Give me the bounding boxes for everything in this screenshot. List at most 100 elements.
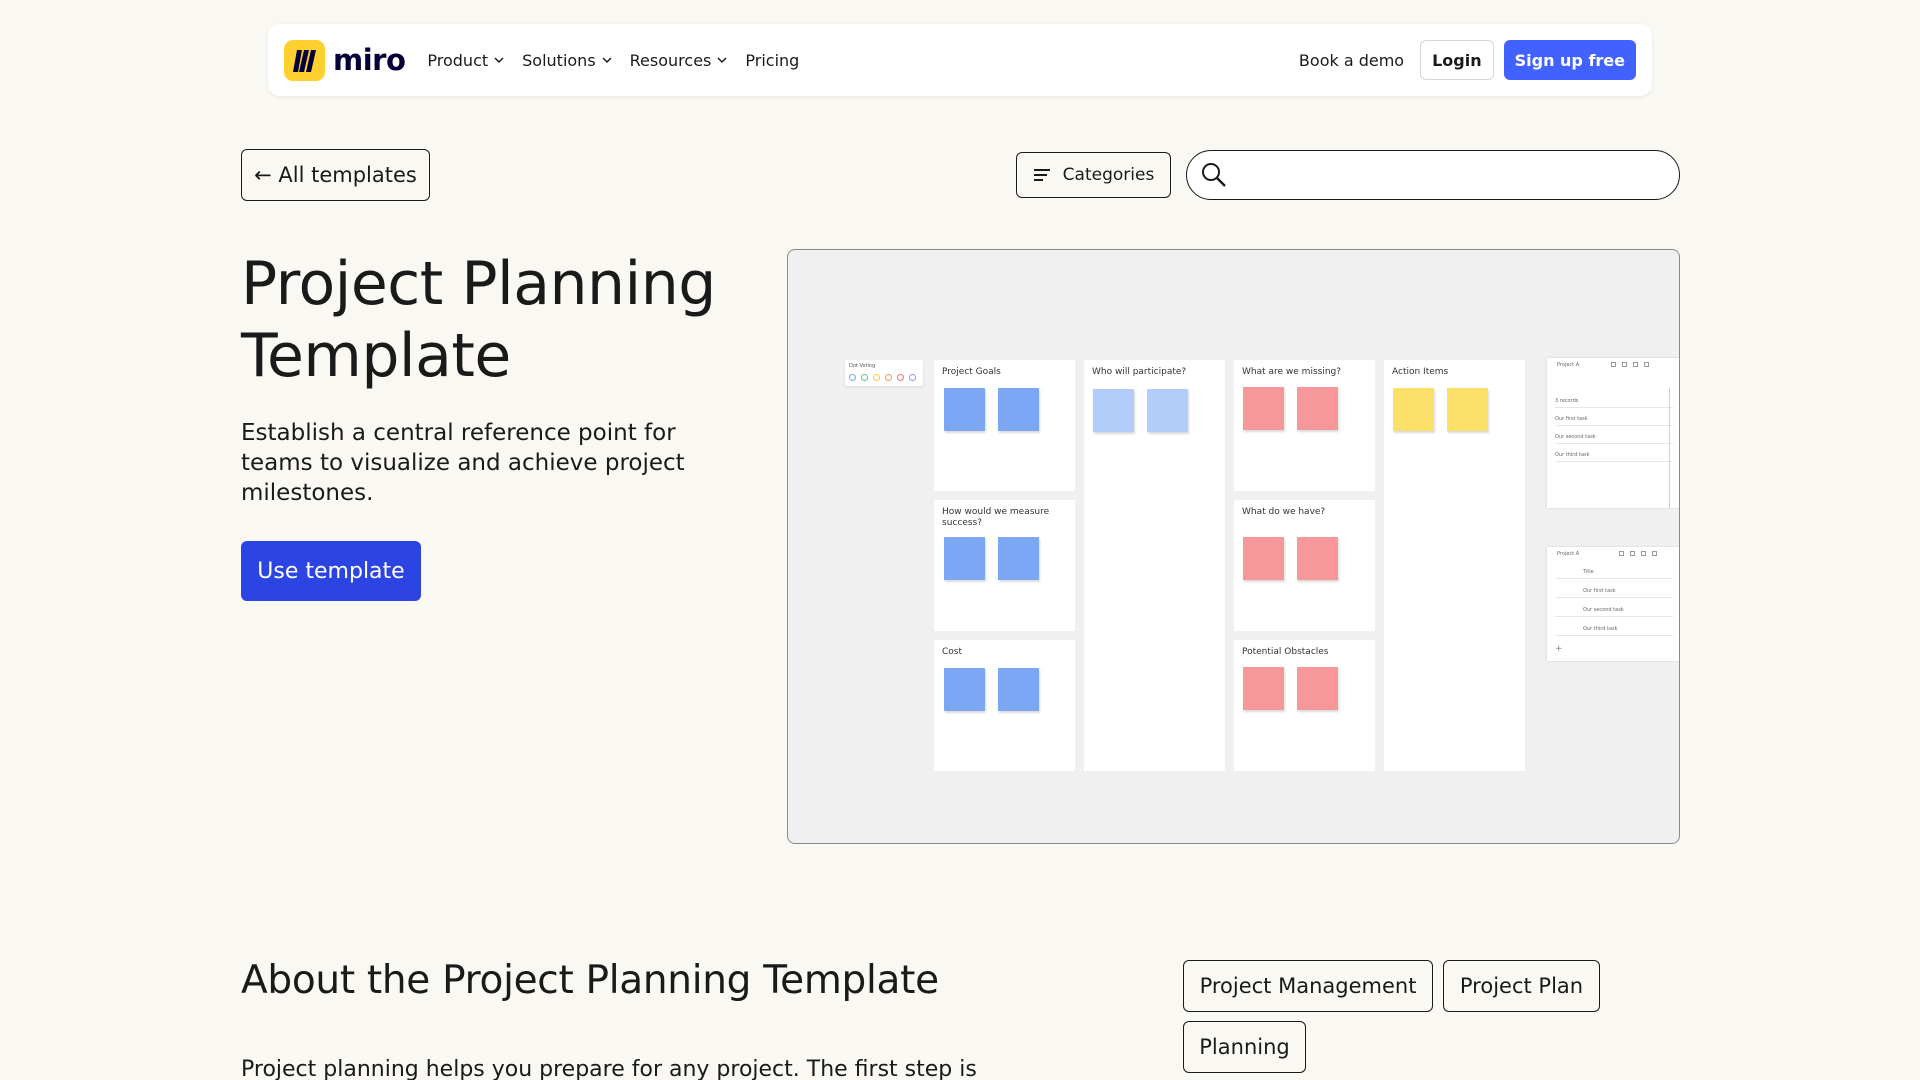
card-title: Potential Obstacles	[1242, 647, 1329, 657]
nav-item-label: Resources	[629, 50, 712, 70]
template-description: Establish a central reference point for …	[241, 420, 685, 506]
all-templates-button[interactable]: ← All templates	[241, 149, 430, 201]
vote-dot-icon	[849, 374, 856, 381]
card-title: Project Goals	[942, 367, 1001, 377]
db-row: Our second task	[1555, 603, 1673, 617]
nav-item-solutions[interactable]: Solutions	[522, 51, 612, 70]
page-title: Project Planning Template	[241, 248, 761, 392]
page-title-line: Template	[241, 321, 511, 391]
sticky-note	[1147, 389, 1188, 432]
search-icon	[1202, 163, 1226, 187]
board-card-measure-success: How would we measure success?	[934, 500, 1075, 631]
sticky-note	[998, 388, 1039, 431]
sticky-note	[1393, 388, 1434, 431]
template-search	[1186, 150, 1680, 200]
vote-dot-icon	[897, 374, 904, 381]
logo-wordmark: miro	[333, 43, 406, 77]
miro-logo-icon	[284, 39, 325, 81]
vote-dot-icon	[885, 374, 892, 381]
db-row: Our third task	[1555, 622, 1673, 636]
top-navigation: miro Product Solutions Resources Pricing…	[268, 24, 1652, 96]
db-row: Title	[1555, 565, 1673, 579]
board-card-who-participates: Who will participate?	[1084, 360, 1225, 771]
tag-project-management[interactable]: Project Management	[1183, 960, 1433, 1012]
sticky-note	[1243, 387, 1284, 430]
menu-lines-icon	[1033, 169, 1050, 181]
db-row-text: Title	[1583, 569, 1594, 575]
sticky-note	[998, 668, 1039, 711]
db-toolbar	[1611, 362, 1649, 367]
categories-button[interactable]: Categories	[1016, 152, 1171, 198]
db-row-text: Our first task	[1555, 416, 1588, 422]
board-card-action-items: Action Items	[1384, 360, 1525, 771]
tag-project-plan[interactable]: Project Plan	[1443, 960, 1600, 1012]
nav-actions: Book a demo Login Sign up free	[1299, 40, 1636, 80]
sticky-note	[944, 388, 985, 431]
vote-dot-icon	[873, 374, 880, 381]
database-panel-bottom: Project A Title Our first task Our secon…	[1547, 547, 1679, 661]
about-text: Project planning helps you prepare for a…	[241, 1057, 977, 1080]
db-row-text: Our second task	[1555, 434, 1596, 440]
db-row-text: Our second task	[1583, 607, 1624, 613]
board-card-project-goals: Project Goals	[934, 360, 1075, 491]
about-heading: About the Project Planning Template	[241, 958, 939, 1003]
db-toolbar	[1619, 551, 1657, 556]
db-row: Our first task	[1555, 584, 1673, 598]
db-row: 3 records	[1555, 394, 1673, 408]
card-title: Cost	[942, 647, 963, 657]
vote-dot-icon	[861, 374, 868, 381]
chevron-down-icon	[494, 57, 504, 64]
db-title: Project A	[1557, 551, 1580, 557]
database-panel-top: Project A 3 records Our first task Our s…	[1547, 358, 1679, 508]
nav-item-pricing[interactable]: Pricing	[745, 51, 799, 70]
nav-item-label: Pricing	[745, 50, 800, 70]
vote-dot-icon	[909, 374, 916, 381]
sticky-note	[998, 537, 1039, 580]
add-row-icon: +	[1555, 644, 1563, 654]
card-title: How would we measure success?	[942, 507, 1050, 528]
board-card-what-missing: What are we missing?	[1234, 360, 1375, 491]
sticky-note	[944, 537, 985, 580]
board-card-cost: Cost	[934, 640, 1075, 771]
signup-button[interactable]: Sign up free	[1503, 40, 1636, 80]
db-row-text: Our first task	[1583, 588, 1616, 594]
categories-label: Categories	[1062, 165, 1155, 185]
db-row-text: Our third task	[1555, 452, 1590, 458]
sticky-note	[944, 668, 985, 711]
sticky-note	[1297, 537, 1338, 580]
sticky-note	[1297, 387, 1338, 430]
tag-planning[interactable]: Planning	[1183, 1021, 1306, 1073]
sticky-note	[1243, 537, 1284, 580]
chevron-down-icon	[717, 57, 727, 64]
nav-item-label: Product	[427, 50, 489, 70]
sticky-note	[1297, 667, 1338, 710]
nav-item-label: Solutions	[522, 50, 596, 70]
db-row: Our second task	[1555, 430, 1673, 444]
db-row: Our first task	[1555, 412, 1673, 426]
card-title: What are we missing?	[1242, 367, 1342, 377]
book-demo-link[interactable]: Book a demo	[1299, 51, 1404, 70]
db-row-text: Our third task	[1583, 626, 1618, 632]
legend-title: Dot Voting	[849, 363, 876, 369]
sticky-note	[1243, 667, 1284, 710]
nav-item-resources[interactable]: Resources	[630, 51, 728, 70]
card-title: Who will participate?	[1092, 367, 1187, 377]
card-title: What do we have?	[1242, 507, 1326, 517]
card-title: Action Items	[1392, 367, 1449, 377]
chevron-down-icon	[602, 57, 612, 64]
login-button[interactable]: Login	[1420, 40, 1494, 80]
miro-logo[interactable]: miro	[284, 39, 406, 81]
nav-item-product[interactable]: Product	[427, 51, 504, 70]
page-title-line: Project Planning	[241, 249, 716, 319]
db-divider	[1669, 388, 1670, 508]
template-preview-board[interactable]: Dot Voting Project Goals How would we me…	[787, 249, 1680, 844]
board-card-potential-obstacles: Potential Obstacles	[1234, 640, 1375, 771]
dot-voting-card: Dot Voting	[845, 360, 923, 386]
db-title: Project A	[1557, 362, 1580, 368]
search-input[interactable]	[1227, 151, 1679, 199]
db-row-text: 3 records	[1555, 398, 1579, 404]
board-card-what-have: What do we have?	[1234, 500, 1375, 631]
use-template-button[interactable]: Use template	[241, 541, 421, 601]
sticky-note	[1093, 389, 1134, 432]
sticky-note	[1447, 388, 1488, 431]
